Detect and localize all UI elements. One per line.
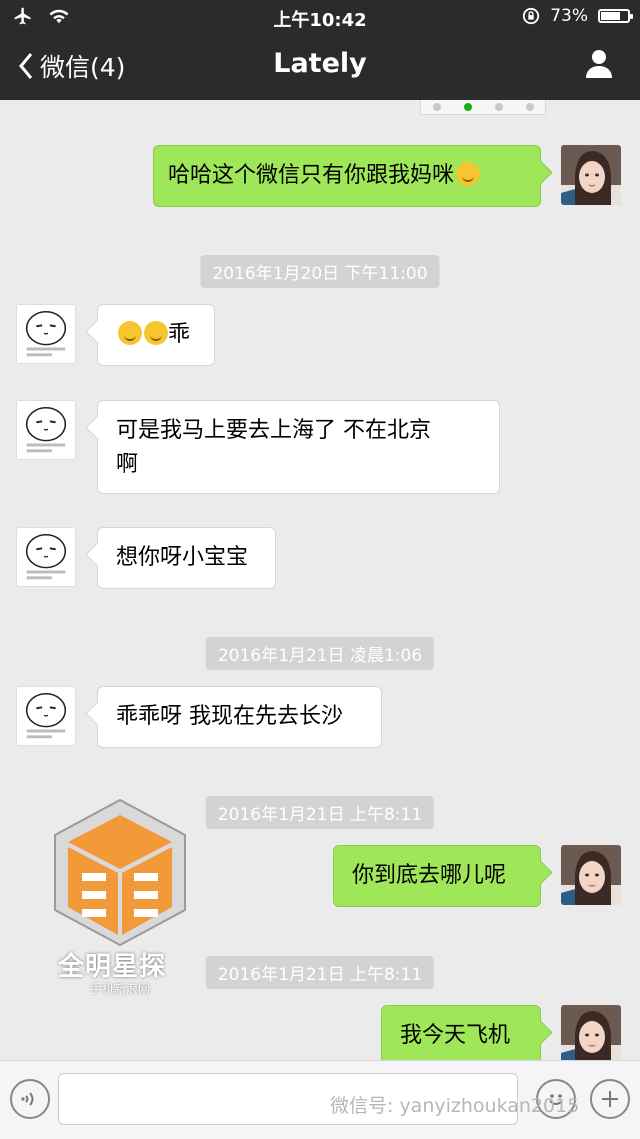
voice-icon xyxy=(21,1092,34,1106)
watermark-subtitle: 手机新浪网 xyxy=(90,982,151,996)
emoji-icon-inline xyxy=(118,321,142,345)
status-bar: 上午10:42 73% xyxy=(0,0,640,34)
message-text: 乖乖呀 我现在先去长沙 xyxy=(116,704,343,729)
message-text-line: 啊 xyxy=(116,452,139,477)
contact-avatar-icon xyxy=(25,692,67,739)
avatar-contact[interactable] xyxy=(16,304,76,364)
timestamp: 2016年1月21日 上午8:11 xyxy=(205,796,435,829)
toolbar-dot xyxy=(494,103,503,111)
message-bubble-in[interactable]: 想你呀小宝宝 xyxy=(97,527,276,589)
wechat-id-credit: 微信号: yanyizhoukan2015 xyxy=(330,1091,579,1118)
profile-icon xyxy=(586,50,612,78)
input-bar: 微信号: yanyizhoukan2015 xyxy=(0,1060,640,1139)
avatar-contact[interactable] xyxy=(16,686,76,746)
message-text-line: 可是我马上要去上海了 不在北京 xyxy=(116,418,431,443)
voice-button[interactable] xyxy=(10,1079,50,1119)
toolbar-dot xyxy=(432,103,441,111)
plus-icon xyxy=(602,1091,618,1107)
timestamp: 2016年1月20日 下午11:00 xyxy=(200,255,440,288)
message-bubble-out[interactable]: 你到底去哪儿呢 xyxy=(333,845,541,907)
message-bubble-in[interactable]: 可是我马上要去上海了 不在北京 啊 xyxy=(97,400,500,494)
avatar-photo xyxy=(561,145,621,205)
avatar-contact[interactable] xyxy=(16,400,76,460)
message-text: 你到底去哪儿呢 xyxy=(352,863,507,888)
toolbar-dot-active xyxy=(463,103,472,111)
message-text: 哈哈这个微信只有你跟我妈咪 xyxy=(168,163,455,188)
status-right: 73% xyxy=(522,6,633,26)
message-bubble-out[interactable]: 哈哈这个微信只有你跟我妈咪 xyxy=(153,145,541,207)
message-bubble-out[interactable]: 我今天飞机 xyxy=(381,1005,541,1067)
avatar-contact[interactable] xyxy=(16,527,76,587)
contact-avatar-icon xyxy=(25,406,67,453)
message-text: 乖 xyxy=(168,322,191,347)
battery-icon xyxy=(598,9,633,23)
battery-percent: 73% xyxy=(550,6,588,26)
partial-toolbar xyxy=(420,100,546,115)
watermark-title: 全明星探 xyxy=(58,952,167,982)
emoji-icon-inline xyxy=(144,321,168,345)
credit-text: 微信号: yanyizhoukan2015 xyxy=(330,1095,580,1117)
message-text: 想你呀小宝宝 xyxy=(116,545,249,570)
more-button[interactable] xyxy=(590,1079,630,1119)
avatar-photo xyxy=(561,1005,621,1065)
toolbar-dot xyxy=(525,103,534,111)
avatar-self[interactable] xyxy=(561,845,621,905)
message-text: 我今天飞机 xyxy=(400,1023,511,1048)
avatar-self[interactable] xyxy=(561,1005,621,1065)
message-bubble-in[interactable]: 乖 xyxy=(97,304,215,366)
emoji-icon-inline xyxy=(456,162,481,186)
avatar-photo xyxy=(561,845,621,905)
profile-button[interactable] xyxy=(584,48,614,82)
timestamp: 2016年1月21日 上午8:11 xyxy=(205,956,435,989)
avatar-self[interactable] xyxy=(561,145,621,205)
contact-avatar-icon xyxy=(25,310,67,357)
battery-fill xyxy=(601,12,620,20)
timestamp: 2016年1月21日 凌晨1:06 xyxy=(205,637,435,670)
message-bubble-in[interactable]: 乖乖呀 我现在先去长沙 xyxy=(97,686,382,748)
nav-bar: 微信(4) Lately xyxy=(0,34,640,100)
chat-title: Lately xyxy=(273,48,367,79)
lock-rotation-icon xyxy=(523,7,540,25)
top-bar: 上午10:42 73% 微信(4) Lately xyxy=(0,0,640,100)
contact-avatar-icon xyxy=(25,533,67,580)
